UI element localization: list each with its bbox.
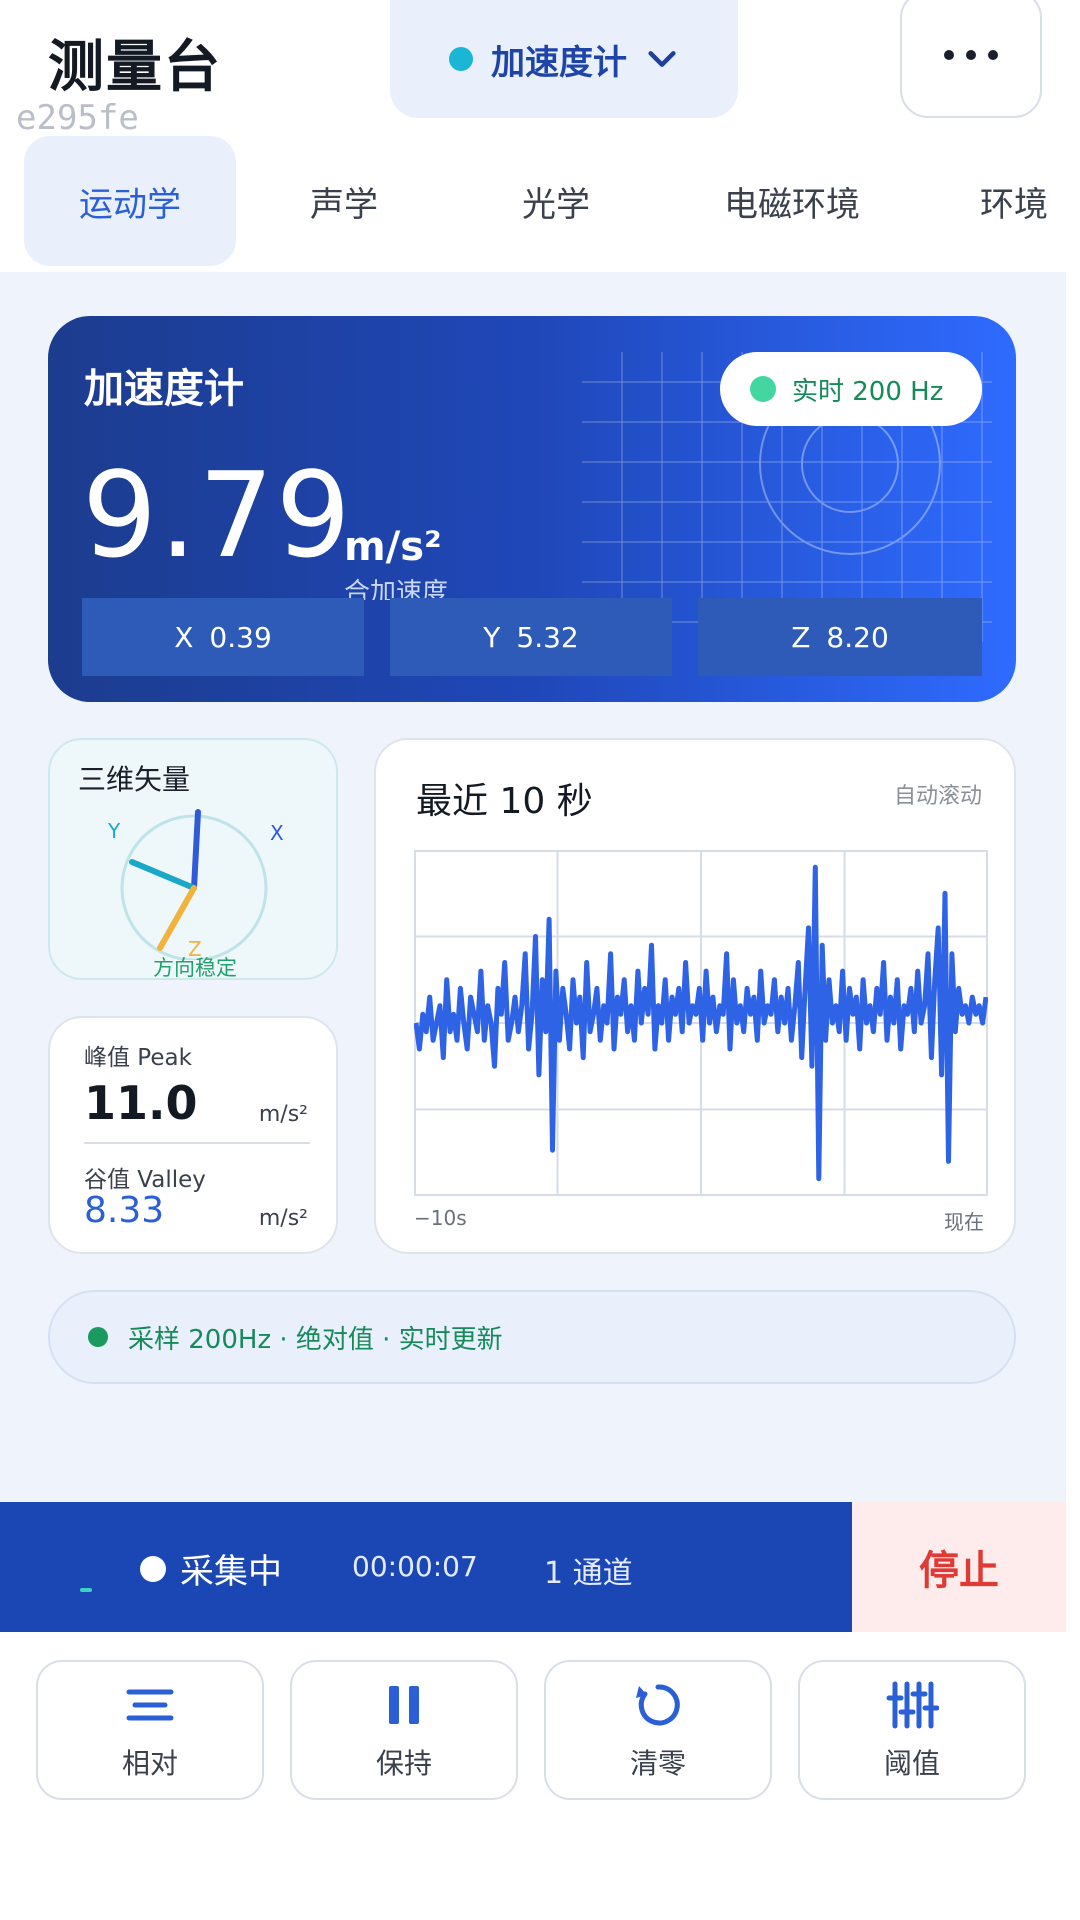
hold-label: 保持 — [375, 1747, 432, 1780]
valley-unit: m/s² — [258, 1206, 308, 1231]
valley-value: 8.33 — [84, 1190, 165, 1231]
hero-title: 加速度计 — [84, 366, 244, 412]
waveform-chart — [414, 850, 988, 1196]
sensor-select-label: 加速度计 — [491, 42, 627, 83]
vector-dial: Y X Z — [107, 809, 284, 960]
sampling-status-dot — [88, 1327, 108, 1347]
threshold-button[interactable]: 阈值 — [798, 1660, 1026, 1800]
reset-icon — [636, 1684, 680, 1726]
zero-label: 清零 — [629, 1747, 686, 1780]
hold-button[interactable]: 保持 — [290, 1660, 518, 1800]
chart-x-end-label: 现在 — [944, 1210, 984, 1234]
vector-card: 三维矢量 Y X Z 方向稳定 — [48, 738, 338, 980]
tab-environment[interactable]: 环境 — [980, 136, 1080, 266]
category-tabs: 运动学 声学 光学 电磁环境 环境 — [0, 136, 1080, 272]
peak-value: 11.0 — [84, 1076, 198, 1130]
more-menu-button[interactable] — [900, 0, 1042, 118]
resultant-acceleration-value: 9.79 — [82, 446, 353, 584]
recording-state: 采集中 — [140, 1544, 282, 1593]
axis-y-readout: Y 5.32 — [390, 598, 672, 676]
vector-x-label: X — [270, 821, 284, 845]
vector-y-label: Y — [107, 819, 121, 843]
relative-button[interactable]: 相对 — [36, 1660, 264, 1800]
sliders-icon — [886, 1681, 939, 1729]
more-icon — [938, 45, 1004, 64]
sensor-hero-card: 加速度计 实时 200 Hz 9.79 m/s² 合加速度 X 0.39 Y 5.3… — [48, 316, 1016, 702]
tab-electromagnetic[interactable]: 电磁环境 — [700, 136, 884, 266]
peak-label: 峰值 Peak — [84, 1045, 192, 1071]
relative-lines-icon — [126, 1689, 174, 1721]
peak-unit: m/s² — [258, 1102, 308, 1127]
extremes-card: 峰值 Peak 11.0 m/s² 谷值 Valley 8.33 m/s² — [48, 1016, 338, 1254]
extremes-divider — [84, 1142, 310, 1144]
live-dot — [750, 376, 776, 402]
chevron-down-icon — [648, 51, 676, 67]
relative-label: 相对 — [121, 1747, 178, 1780]
auto-scroll-note: 自动滚动 — [893, 784, 982, 809]
vector-status: 方向稳定 — [153, 956, 237, 980]
recent-chart-card: 最近 10 秒 自动滚动 −10s 现在 — [374, 738, 1016, 1254]
sampling-info-text: 采样 200Hz · 绝对值 · 实时更新 — [128, 1324, 503, 1355]
hero-caption: 合加速度 — [344, 578, 449, 600]
vector-title: 三维矢量 — [78, 763, 191, 796]
pause-icon — [389, 1686, 419, 1724]
live-rate-badge: 实时 200 Hz — [720, 352, 982, 426]
axis-z-readout: Z 8.20 — [698, 598, 982, 676]
axis-x-readout: X 0.39 — [82, 598, 364, 676]
recording-level-indicator — [80, 1588, 92, 1592]
live-rate-text: 实时 200 Hz — [792, 376, 944, 407]
tab-acoustics[interactable]: 声学 — [258, 136, 430, 266]
recording-dot — [140, 1555, 166, 1582]
zero-button[interactable]: 清零 — [544, 1660, 772, 1800]
tab-optics[interactable]: 光学 — [470, 136, 642, 266]
build-id: e295fe — [16, 98, 139, 138]
chart-title: 最近 10 秒 — [416, 781, 593, 822]
threshold-label: 阈值 — [883, 1747, 940, 1780]
sampling-info-bar: 采样 200Hz · 绝对值 · 实时更新 — [48, 1290, 1016, 1384]
hero-unit: m/s² — [344, 524, 442, 570]
recording-bar: 采集中 00:00:07 1 通道 — [0, 1502, 852, 1632]
recording-elapsed: 00:00:07 — [352, 1550, 478, 1583]
stop-button[interactable]: 停止 — [852, 1502, 1066, 1632]
sensor-status-dot — [449, 47, 473, 71]
recording-channels: 1 通道 — [544, 1556, 633, 1591]
sensor-select[interactable]: 加速度计 — [390, 0, 738, 118]
chart-x-start-label: −10s — [414, 1206, 467, 1230]
valley-label: 谷值 Valley — [84, 1167, 206, 1193]
tab-kinematics[interactable]: 运动学 — [24, 136, 236, 266]
app-title: 测量台 — [48, 35, 222, 100]
recording-state-text: 采集中 — [180, 1552, 282, 1592]
